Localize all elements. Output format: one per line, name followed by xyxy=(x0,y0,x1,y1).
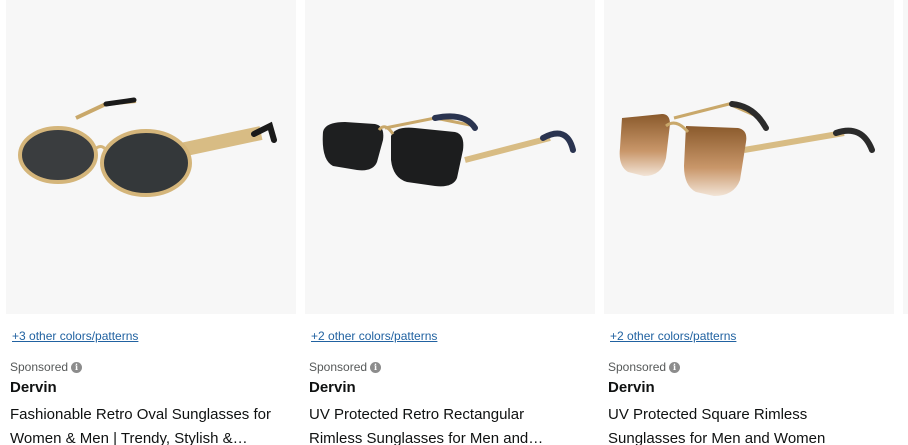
product-card[interactable]: +2 other colors/patterns Sponsored i Der… xyxy=(305,0,595,445)
sponsored-text: Sponsored xyxy=(608,360,667,374)
product-title-line: UV Protected Square Rimless xyxy=(608,406,808,423)
sponsored-label[interactable]: Sponsored i xyxy=(10,360,83,374)
info-icon[interactable]: i xyxy=(669,361,681,373)
product-image[interactable] xyxy=(305,0,595,314)
product-card[interactable]: +3 other colors/patterns Sponsored i Der… xyxy=(6,0,296,445)
other-colors-link[interactable]: +2 other colors/patterns xyxy=(311,329,437,343)
product-title-link[interactable]: Fashionable Retro Oval Sunglasses for Wo… xyxy=(10,403,294,445)
product-title-line: UV Protected Retro Rectangular xyxy=(309,406,525,423)
product-title-line: Sunglasses for Men and Women xyxy=(608,430,826,445)
brand-name: Dervin xyxy=(309,379,356,396)
next-card-edge xyxy=(903,0,908,314)
product-card[interactable]: +2 other colors/patterns Sponsored i Der… xyxy=(604,0,894,445)
sponsored-label[interactable]: Sponsored i xyxy=(309,360,382,374)
product-grid: +3 other colors/patterns Sponsored i Der… xyxy=(0,0,908,445)
brand-name: Dervin xyxy=(10,379,57,396)
product-title-link[interactable]: UV Protected Square Rimless Sunglasses f… xyxy=(608,403,892,445)
sponsored-text: Sponsored xyxy=(10,360,69,374)
product-title-line: Fashionable Retro Oval Sunglasses for xyxy=(10,406,271,423)
other-colors-link[interactable]: +2 other colors/patterns xyxy=(610,329,736,343)
info-icon[interactable]: i xyxy=(71,361,83,373)
product-title-line: Rimless Sunglasses for Men and… xyxy=(309,430,544,445)
brand-name: Dervin xyxy=(608,379,655,396)
sponsored-text: Sponsored xyxy=(309,360,368,374)
product-title-line: Women & Men | Trendy, Stylish &… xyxy=(10,430,248,445)
sponsored-label[interactable]: Sponsored i xyxy=(608,360,681,374)
product-image[interactable] xyxy=(6,0,296,314)
product-title-link[interactable]: UV Protected Retro Rectangular Rimless S… xyxy=(309,403,593,445)
square-rimless-sunglasses-image xyxy=(619,101,875,196)
oval-sunglasses-image xyxy=(18,97,277,197)
rectangular-rimless-sunglasses-image xyxy=(322,113,576,187)
other-colors-link[interactable]: +3 other colors/patterns xyxy=(12,329,138,343)
info-icon[interactable]: i xyxy=(370,361,382,373)
product-image[interactable] xyxy=(604,0,894,314)
